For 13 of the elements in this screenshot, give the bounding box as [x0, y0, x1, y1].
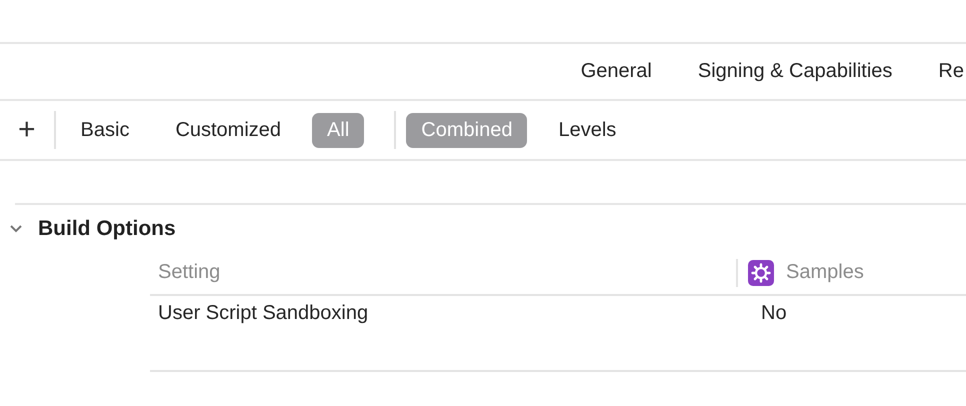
section-title: Build Options	[38, 217, 176, 241]
setting-name: User Script Sandboxing	[157, 302, 370, 325]
chevron-icon[interactable]	[9, 224, 23, 234]
add-button[interactable]: +	[14, 115, 40, 145]
tab[interactable]: Re	[938, 60, 964, 83]
filter-button[interactable]: Customized	[160, 112, 296, 148]
setting-value: No	[760, 302, 787, 325]
view-button[interactable]: Levels	[543, 112, 632, 148]
tab[interactable]: General	[580, 60, 652, 83]
column-header: Setting	[157, 261, 222, 284]
column-header: Samples	[786, 261, 864, 284]
filter-button[interactable]: Basic	[66, 112, 144, 148]
tab[interactable]: Signing & Capabilities	[698, 60, 892, 83]
